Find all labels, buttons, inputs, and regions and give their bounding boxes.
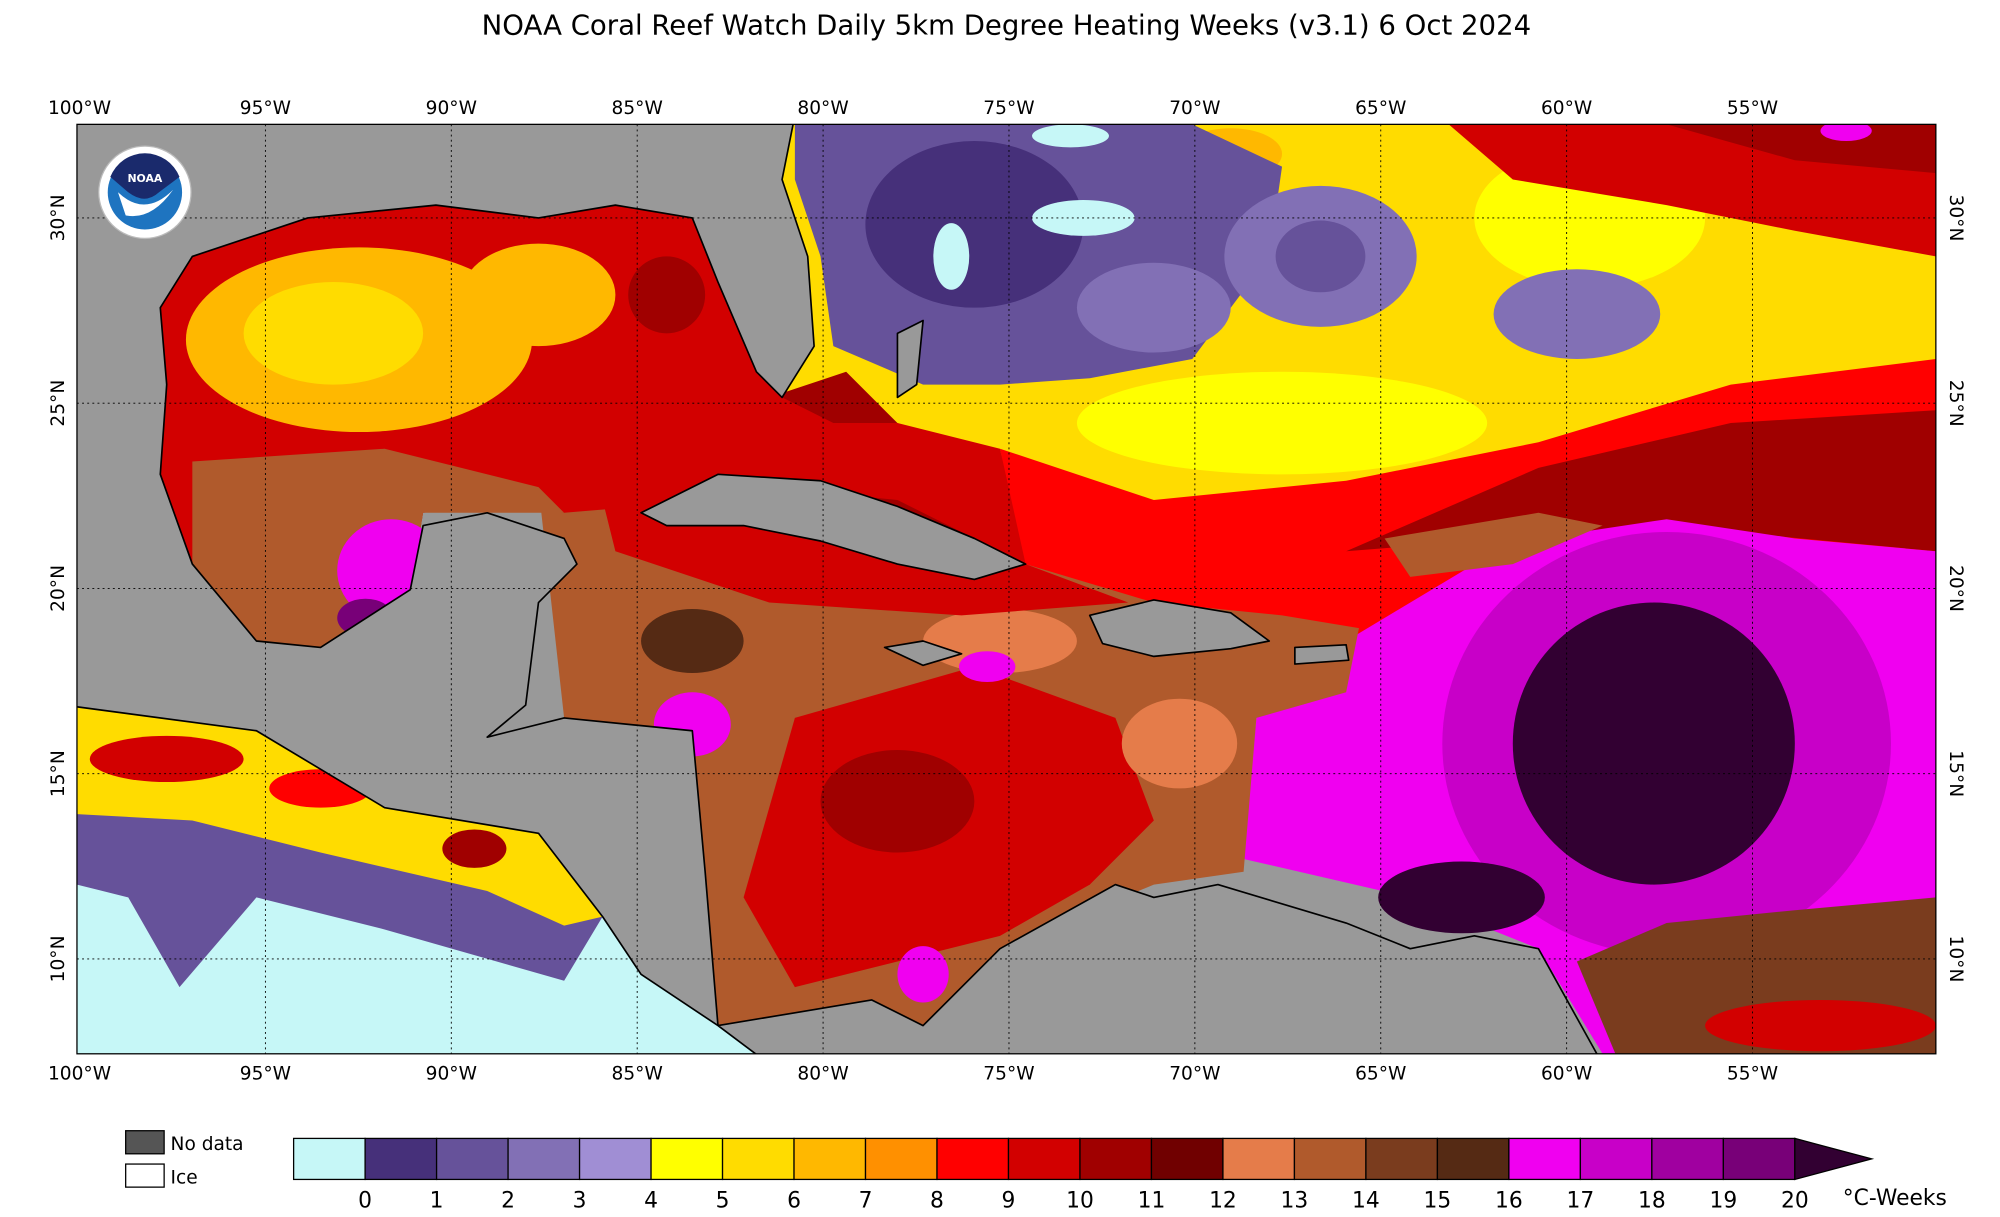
colorbar-bin xyxy=(1722,1137,1796,1181)
no-data-label: No data xyxy=(171,1134,244,1155)
puerto-rico xyxy=(1294,644,1350,665)
lon-label-bottom: 55°W xyxy=(1727,1063,1778,1084)
colorbar-bin xyxy=(435,1137,509,1181)
colorbar-tick-label: 9 xyxy=(1002,1189,1016,1214)
lon-label-top: 55°W xyxy=(1727,98,1778,119)
colorbar-bin xyxy=(1508,1137,1582,1181)
colorbar-tick-label: 10 xyxy=(1066,1189,1094,1214)
colorbar-tick-label: 15 xyxy=(1424,1189,1452,1214)
colorbar-tick-label: 19 xyxy=(1709,1189,1737,1214)
lon-label-top: 60°W xyxy=(1541,98,1592,119)
colorbar-bin xyxy=(1222,1137,1296,1181)
colorbar-tick-label: 0 xyxy=(358,1189,372,1214)
colorbar-tick-label: 2 xyxy=(501,1189,515,1214)
colorbar-tick-label: 17 xyxy=(1567,1189,1595,1214)
colorbar-bin xyxy=(578,1137,652,1181)
ice-swatch xyxy=(125,1163,165,1188)
lat-label-right: 25°N xyxy=(1945,380,1966,427)
colorbar-bin xyxy=(721,1137,795,1181)
colorbar-bin xyxy=(650,1137,724,1181)
colorbar-tick-label: 6 xyxy=(787,1189,801,1214)
colorbar-bin xyxy=(1293,1137,1367,1181)
lon-label-bottom: 75°W xyxy=(983,1063,1034,1084)
colorbar-bin xyxy=(1150,1137,1224,1181)
lat-label-left: 30°N xyxy=(48,195,69,242)
lon-label-bottom: 60°W xyxy=(1541,1063,1592,1084)
colorbar-tick-label: 1 xyxy=(430,1189,444,1214)
lon-label-top: 100°W xyxy=(48,98,111,119)
colorbar-bin xyxy=(1079,1137,1153,1181)
lon-label-bottom: 95°W xyxy=(240,1063,291,1084)
colorbar-bin xyxy=(1651,1137,1724,1181)
colorbar: 0 1 2 3 4 5 6 7 8 9 10 11 12 13 14 15 16 17 18 19 20 xyxy=(292,1137,1875,1214)
lat-label-left: 25°N xyxy=(48,380,69,427)
colorbar-bin xyxy=(793,1137,867,1181)
lon-label-top: 90°W xyxy=(426,98,477,119)
colorbar-bin xyxy=(1579,1137,1653,1181)
lon-label-top: 95°W xyxy=(240,98,291,119)
lon-label-bottom: 85°W xyxy=(612,1063,663,1084)
colorbar-bin xyxy=(1365,1137,1439,1181)
lon-label-top: 80°W xyxy=(797,98,848,119)
noaa-logo: NOAA xyxy=(98,145,192,240)
legend: No data Ice xyxy=(125,1130,244,1188)
lon-label-bottom: 65°W xyxy=(1355,1063,1406,1084)
lon-label-top: 65°W xyxy=(1355,98,1406,119)
lon-label-bottom: 100°W xyxy=(48,1063,111,1084)
lon-label-top: 70°W xyxy=(1169,98,1220,119)
noaa-logo-text: NOAA xyxy=(127,172,162,185)
lat-label-right: 20°N xyxy=(1945,565,1966,612)
colorbar-unit: °C-Weeks xyxy=(1843,1186,1947,1211)
colorbar-tick-label: 4 xyxy=(644,1189,658,1214)
colorbar-tick-label: 8 xyxy=(930,1189,944,1214)
lon-label-bottom: 90°W xyxy=(426,1063,477,1084)
lat-label-left: 15°N xyxy=(48,750,69,797)
lon-label-bottom: 70°W xyxy=(1169,1063,1220,1084)
map-title: NOAA Coral Reef Watch Daily 5km Degree H… xyxy=(482,10,1531,42)
lat-label-left: 20°N xyxy=(48,565,69,612)
lon-label-bottom: 80°W xyxy=(797,1063,848,1084)
lat-label-right: 15°N xyxy=(1945,750,1966,797)
colorbar-tick-label: 3 xyxy=(573,1189,587,1214)
colorbar-tick-label: 18 xyxy=(1638,1189,1666,1214)
colorbar-tick-label: 7 xyxy=(859,1189,873,1214)
colorbar-bin xyxy=(936,1137,1010,1181)
lat-label-right: 10°N xyxy=(1945,936,1966,983)
colorbar-bin xyxy=(507,1137,581,1181)
no-data-swatch xyxy=(125,1130,165,1155)
colorbar-extend-arrow xyxy=(1794,1137,1875,1181)
map-area xyxy=(76,124,1936,1054)
colorbar-bin xyxy=(1436,1137,1510,1181)
colorbar-bin xyxy=(292,1137,366,1181)
ice-label: Ice xyxy=(171,1167,198,1188)
lat-label-left: 10°N xyxy=(48,936,69,983)
lon-label-top: 75°W xyxy=(983,98,1034,119)
lat-label-right: 30°N xyxy=(1945,195,1966,242)
lon-label-top: 85°W xyxy=(612,98,663,119)
colorbar-tick-label: 11 xyxy=(1138,1189,1166,1214)
colorbar-bin xyxy=(864,1137,938,1181)
dhw-map-figure: NOAA Coral Reef Watch Daily 5km Degree H… xyxy=(48,10,1966,1214)
colorbar-tick-label: 16 xyxy=(1495,1189,1523,1214)
colorbar-tick-label: 5 xyxy=(716,1189,730,1214)
colorbar-tick-label: 12 xyxy=(1209,1189,1237,1214)
colorbar-bin xyxy=(364,1137,438,1181)
colorbar-tick-label: 13 xyxy=(1281,1189,1309,1214)
colorbar-bin xyxy=(1007,1137,1081,1181)
colorbar-tick-label: 14 xyxy=(1352,1189,1380,1214)
colorbar-tick-label: 20 xyxy=(1781,1189,1809,1214)
